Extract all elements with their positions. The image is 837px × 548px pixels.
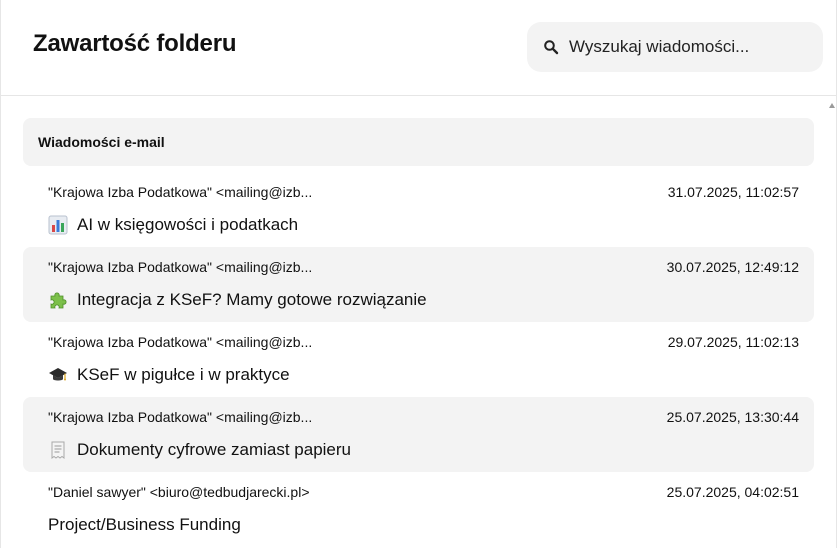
email-row[interactable]: "Krajowa Izba Podatkowa" <mailing@izb...… (23, 247, 814, 322)
puzzle-icon (48, 290, 68, 310)
search-box[interactable] (527, 22, 823, 72)
receipt-icon (48, 440, 68, 460)
email-date: 29.07.2025, 11:02:13 (667, 334, 799, 350)
scroll-up-arrow-icon[interactable] (829, 103, 835, 108)
email-subject-text: AI w księgowości i podatkach (77, 215, 299, 234)
message-list-area[interactable]: Wiadomości e-mail "Krajowa Izba Podatkow… (1, 97, 836, 548)
email-subject-text: KSeF w pigułce i w praktyce (77, 365, 290, 384)
section-header: Wiadomości e-mail (23, 118, 814, 166)
email-sender: "Krajowa Izba Podatkowa" <mailing@izb... (48, 184, 313, 200)
email-date: 30.07.2025, 12:49:12 (666, 259, 799, 275)
section-title: Wiadomości e-mail (38, 134, 165, 150)
email-sender: "Daniel sawyer" <biuro@tedbudjarecki.pl> (48, 484, 310, 500)
email-date: 25.07.2025, 13:30:44 (666, 409, 799, 425)
email-date: 25.07.2025, 04:02:51 (666, 484, 799, 500)
email-row[interactable]: "Krajowa Izba Podatkowa" <mailing@izb...… (23, 322, 814, 397)
email-sender: "Krajowa Izba Podatkowa" <mailing@izb... (48, 409, 313, 425)
bar-chart-icon (48, 215, 68, 235)
mail-folder-view: Zawartość folderu Wiadomości e-mail "Kra… (0, 0, 837, 548)
header: Zawartość folderu (1, 0, 836, 96)
search-icon (543, 39, 559, 55)
email-subject-text: Project/Business Funding (48, 515, 241, 534)
page-title: Zawartość folderu (33, 30, 237, 57)
email-date: 31.07.2025, 11:02:57 (667, 184, 799, 200)
email-subject-text: Dokumenty cyfrowe zamiast papieru (77, 440, 352, 459)
email-subject: KSeF w pigułce i w praktyce (48, 365, 290, 385)
email-subject: AI w księgowości i podatkach (48, 215, 298, 235)
email-subject: Integracja z KSeF? Mamy gotowe rozwiązan… (48, 290, 427, 310)
search-input[interactable] (569, 37, 809, 57)
email-subject-text: Integracja z KSeF? Mamy gotowe rozwiązan… (77, 290, 427, 309)
email-list: "Krajowa Izba Podatkowa" <mailing@izb...… (23, 172, 814, 547)
email-row[interactable]: "Daniel sawyer" <biuro@tedbudjarecki.pl>… (23, 472, 814, 547)
email-row[interactable]: "Krajowa Izba Podatkowa" <mailing@izb...… (23, 172, 814, 247)
email-subject: Project/Business Funding (48, 515, 241, 535)
email-row[interactable]: "Krajowa Izba Podatkowa" <mailing@izb...… (23, 397, 814, 472)
email-subject: Dokumenty cyfrowe zamiast papieru (48, 440, 351, 460)
graduation-cap-icon (48, 365, 68, 385)
email-sender: "Krajowa Izba Podatkowa" <mailing@izb... (48, 259, 313, 275)
email-sender: "Krajowa Izba Podatkowa" <mailing@izb... (48, 334, 313, 350)
